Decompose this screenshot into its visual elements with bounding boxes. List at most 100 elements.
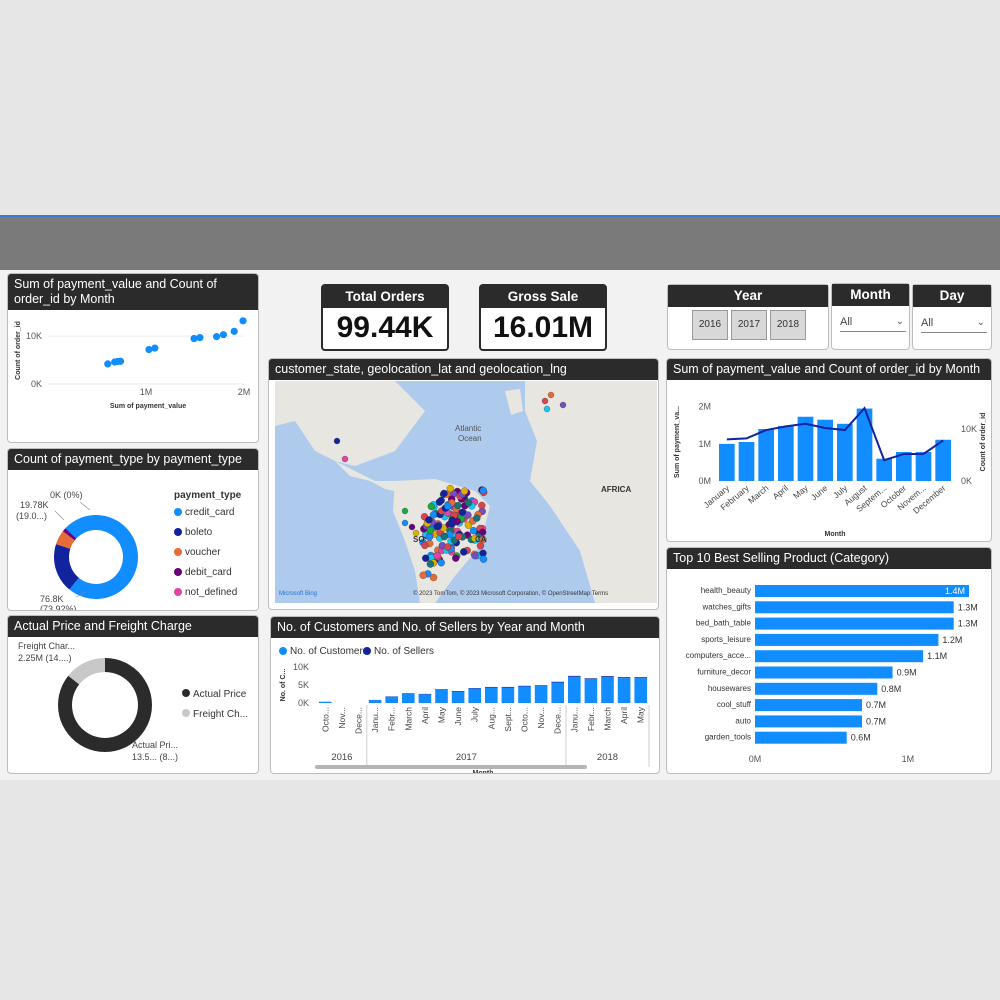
bar-value-label: 0.7M: [866, 700, 886, 710]
bar-customers: [568, 676, 581, 703]
bar-sellers: [435, 689, 448, 690]
legend-dot: [182, 709, 190, 717]
map-canvas[interactable]: Atlantic Ocean AFRICA SO CA Microsoft Bi…: [275, 381, 657, 603]
year-slicer[interactable]: Year 2016 2017 2018: [667, 284, 829, 350]
month-slicer[interactable]: Month All ⌄: [831, 283, 910, 350]
month-dropdown[interactable]: All ⌄: [840, 312, 906, 332]
bar-watches-gifts: [755, 601, 954, 614]
y-tick-right: 0K: [961, 476, 972, 486]
map-card[interactable]: customer_state, geolocation_lat and geol…: [268, 358, 659, 610]
label-mid: 19.78K: [20, 500, 49, 510]
legend-credit-card[interactable]: credit_card: [174, 507, 234, 518]
x-tick-label: 0M: [749, 754, 762, 764]
bar-auto: [755, 715, 862, 728]
year-option-2017[interactable]: 2017: [731, 310, 767, 340]
year-option-2016[interactable]: 2016: [692, 310, 728, 340]
year-option-2018[interactable]: 2018: [770, 310, 806, 340]
leader-line: [54, 510, 65, 521]
bar-value-label: 1.2M: [942, 635, 962, 645]
map-shapes: [275, 381, 657, 603]
legend-boleto[interactable]: boleto: [174, 527, 212, 538]
customers-sellers-card[interactable]: No. of Customers and No. of Sellers by Y…: [270, 616, 660, 774]
map-point: [460, 487, 469, 495]
day-dropdown-value: All: [921, 317, 934, 329]
combo-card[interactable]: Sum of payment_value and Count of order_…: [666, 358, 992, 542]
customers-sellers-title: No. of Customers and No. of Sellers by Y…: [271, 617, 659, 638]
map-africa-label: AFRICA: [601, 485, 632, 494]
y-tick-label: 10K: [293, 662, 309, 672]
kpi-total-orders-value: 99.44K: [336, 311, 434, 344]
legend-dot: [174, 568, 182, 576]
map-ocean-label: Atlantic: [455, 424, 482, 433]
x-axis-title: Month: [473, 770, 494, 774]
payment-type-card[interactable]: Count of payment_type by payment_type 0K…: [7, 448, 259, 611]
x-tick-label: March: [403, 707, 413, 731]
day-dropdown[interactable]: All ⌄: [921, 313, 987, 333]
legend-customers[interactable]: No. of Customers: [279, 646, 368, 657]
bar-cool-stuff: [755, 699, 862, 712]
legend-voucher[interactable]: voucher: [174, 547, 221, 558]
price-freight-title: Actual Price and Freight Charge: [8, 616, 258, 637]
x-tick-label: Dece...: [553, 707, 563, 734]
bar-sellers: [501, 686, 515, 688]
map-point: [464, 499, 473, 507]
y-tick-right: 10K: [961, 424, 977, 434]
map-point: [437, 559, 445, 567]
payment-legend-title: payment_type: [174, 490, 242, 501]
map-point: [433, 551, 441, 560]
scatter-point: [151, 344, 159, 352]
month-dropdown-value: All: [840, 316, 853, 328]
top-category-card[interactable]: Top 10 Best Selling Product (Category) h…: [666, 547, 992, 774]
label-mid-pct: (19.0...): [16, 511, 47, 521]
bar-customers: [634, 678, 647, 703]
bar-august: [856, 408, 873, 481]
chevron-down-icon: ⌄: [976, 317, 985, 328]
bar-sellers: [468, 688, 481, 689]
africa-europe-land: [525, 381, 657, 603]
category-label: housewares: [708, 684, 751, 693]
scatter-card[interactable]: Sum of payment_value and Count of order_…: [7, 273, 259, 443]
price-freight-card[interactable]: Actual Price and Freight Charge Freight …: [7, 615, 259, 774]
bar-customers: [534, 686, 548, 703]
x-axis-title: Month: [825, 531, 846, 538]
bar-november: [915, 452, 932, 481]
legend-not-defined[interactable]: not_defined: [174, 587, 237, 598]
map-point: [454, 501, 462, 510]
bar-customers: [468, 688, 481, 703]
day-slicer[interactable]: Day All ⌄: [912, 284, 992, 350]
top-category-title: Top 10 Best Selling Product (Category): [667, 548, 991, 569]
bar-housewares: [755, 682, 878, 695]
x-tick-label: Nov...: [536, 707, 546, 729]
legend-debit-card[interactable]: debit_card: [174, 567, 232, 578]
label-actual-value: 13.5... (8...): [132, 752, 178, 762]
bar-sports-leisure: [755, 633, 939, 646]
x-tick-label: 1M: [140, 387, 153, 397]
kpi-gross-sale-label: Gross Sale: [481, 286, 605, 308]
map-point: [401, 519, 409, 527]
map-point: [440, 489, 448, 498]
horizontal-scrollbar[interactable]: [315, 765, 587, 769]
legend-dot: [182, 689, 190, 697]
day-slicer-title: Day: [913, 285, 991, 307]
map-point: [473, 514, 481, 522]
bar-may: [797, 416, 814, 481]
map-point: [455, 532, 463, 541]
combo-chart: 0M1M2M0K10KJanuaryFebruaryMarch April May J…: [674, 402, 987, 538]
year-group-label: 2018: [597, 752, 618, 763]
x-tick-label: 2M: [238, 387, 251, 397]
bar-bed-bath-table: [755, 617, 954, 630]
legend-dot: [174, 588, 182, 596]
bar-customers: [402, 693, 415, 703]
map-point: [425, 533, 434, 541]
legend-sellers[interactable]: No. of Sellers: [363, 646, 434, 657]
map-ocean-label-2: Ocean: [458, 434, 482, 443]
label-big: 76.8K: [40, 594, 64, 604]
bar-september: [876, 458, 892, 481]
map-point: [426, 560, 435, 568]
scatter-chart: 0K 10K 1M 2M Sum of payment_value Count of or…: [15, 317, 251, 410]
bar-customers: [601, 677, 614, 703]
map-attribution: © 2023 TomTom, © 2023 Microsoft Corporat…: [413, 591, 609, 597]
leader-line: [79, 501, 91, 511]
y-axis-title: No. of C...: [280, 669, 287, 702]
payment-type-title: Count of payment_type by payment_type: [8, 449, 258, 470]
